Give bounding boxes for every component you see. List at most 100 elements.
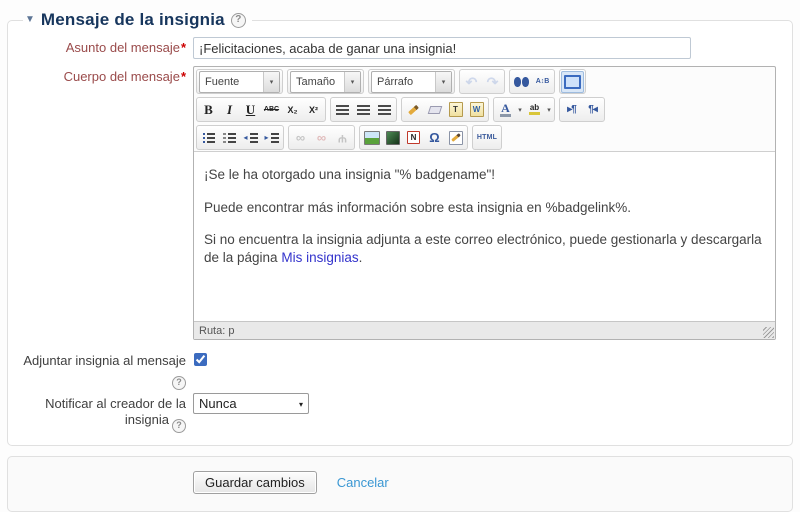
align-group — [330, 97, 397, 122]
align-left-button[interactable] — [332, 100, 353, 120]
underline-icon: U — [246, 102, 255, 118]
remove-format-button[interactable] — [424, 100, 445, 120]
paste-text-button[interactable]: T — [445, 100, 466, 120]
bold-icon: B — [204, 102, 213, 118]
outdent-button[interactable]: ◂ — [240, 128, 261, 148]
search-group: A↕B — [509, 69, 555, 94]
cleanup-button[interactable] — [403, 100, 424, 120]
redo-button[interactable]: ↷ — [482, 72, 503, 92]
attach-label-text: Adjuntar insignia al mensaje — [23, 353, 186, 368]
format-group: Párrafo ▾ — [368, 69, 455, 94]
subject-row: Asunto del mensaje* — [10, 37, 784, 59]
text-style-group: B I U ABC X₂ X² — [196, 97, 326, 122]
bullet-list-icon — [203, 133, 215, 143]
align-right-icon — [378, 105, 391, 115]
font-size-select[interactable]: Tamaño ▾ — [290, 71, 361, 93]
font-size-value: Tamaño — [291, 72, 344, 92]
fullscreen-button[interactable] — [561, 71, 584, 93]
element-path: Ruta: p — [199, 325, 234, 337]
strikethrough-icon: ABC — [264, 106, 279, 113]
text-color-caret-icon[interactable]: ▾ — [516, 106, 524, 114]
editor-status-bar: Ruta: p — [194, 321, 775, 339]
html-group: HTML — [472, 125, 502, 150]
superscript-button[interactable]: X² — [303, 100, 324, 120]
font-family-value: Fuente — [200, 72, 263, 92]
resize-handle[interactable] — [763, 327, 774, 338]
nonbreaking-icon: N — [407, 131, 420, 144]
save-button[interactable]: Guardar cambios — [193, 471, 317, 494]
ltr-button[interactable]: ▸¶ — [561, 100, 582, 120]
font-family-select[interactable]: Fuente ▾ — [199, 71, 280, 93]
section-header[interactable]: ▼ Mensaje de la insignia ? — [23, 10, 252, 30]
notify-creator-select[interactable]: Nunca — [193, 393, 309, 414]
insert-image-button[interactable] — [361, 128, 382, 148]
caret-glyph: ▾ — [270, 78, 274, 86]
subscript-icon: X₂ — [287, 105, 297, 115]
html-source-button[interactable]: HTML — [474, 128, 500, 148]
collapse-triangle-icon[interactable]: ▼ — [25, 15, 35, 25]
indent-button[interactable]: ▸ — [261, 128, 282, 148]
rtl-button[interactable]: ¶◂ — [582, 100, 603, 120]
edit-button[interactable] — [445, 128, 466, 148]
align-right-button[interactable] — [374, 100, 395, 120]
unlink-button[interactable]: ∞ — [311, 128, 332, 148]
link-icon: ∞ — [296, 131, 305, 144]
required-asterisk: * — [181, 69, 186, 84]
eraser-icon — [427, 106, 442, 114]
editor-paragraph: ¡Se le ha otorgado una insignia "% badge… — [204, 166, 765, 184]
italic-button[interactable]: I — [219, 100, 240, 120]
paragraph-format-select[interactable]: Párrafo ▾ — [371, 71, 452, 93]
subscript-button[interactable]: X₂ — [282, 100, 303, 120]
attach-control — [193, 350, 784, 388]
anchor-icon: Ψ — [338, 132, 347, 144]
section-help-icon[interactable]: ? — [231, 13, 246, 28]
editor-paragraph: Puede encontrar más información sobre es… — [204, 199, 765, 217]
insert-media-button[interactable] — [382, 128, 403, 148]
insert-link-button[interactable]: ∞ — [290, 128, 311, 148]
editor-content-area[interactable]: ¡Se le ha otorgado una insignia "% badge… — [194, 151, 775, 321]
attach-badge-checkbox[interactable] — [194, 353, 207, 366]
section-title: Mensaje de la insignia — [41, 10, 225, 30]
fullscreen-icon — [564, 75, 581, 89]
paragraph-text: ¡Se le ha otorgado una insignia "% badge… — [204, 167, 495, 182]
background-color-caret-icon[interactable]: ▾ — [545, 106, 553, 114]
underline-button[interactable]: U — [240, 100, 261, 120]
align-center-button[interactable] — [353, 100, 374, 120]
undo-group: ↶ ↷ — [459, 69, 505, 94]
nonbreaking-button[interactable]: N — [403, 128, 424, 148]
undo-icon: ↶ — [466, 75, 478, 89]
size-group: Tamaño ▾ — [287, 69, 364, 94]
paste-word-button[interactable]: W — [466, 100, 487, 120]
outdent-icon: ◂ — [243, 133, 257, 143]
text-color-button[interactable]: A — [495, 100, 516, 120]
attach-row: Adjuntar insignia al mensaje? — [10, 350, 784, 388]
mis-insignias-link[interactable]: Mis insignias — [281, 250, 358, 265]
subject-input[interactable] — [193, 37, 691, 59]
find-replace-button[interactable]: A↕B — [532, 72, 553, 92]
notify-help-icon[interactable]: ? — [172, 419, 186, 433]
undo-button[interactable]: ↶ — [461, 72, 482, 92]
anchor-button[interactable]: Ψ — [332, 128, 353, 148]
body-row: Cuerpo del mensaje* Fuente ▾ Tamaño — [10, 66, 784, 340]
notify-control: Nunca ▾ — [193, 393, 784, 431]
background-color-icon: ab — [529, 104, 540, 116]
subject-control — [193, 37, 784, 59]
caret-glyph: ▾ — [351, 78, 355, 86]
outdent-arrow: ◂ — [243, 134, 247, 142]
attach-help-icon[interactable]: ? — [172, 376, 186, 390]
font-group: Fuente ▾ — [196, 69, 283, 94]
color-group: A ▾ ab ▾ — [493, 97, 555, 122]
paragraph-text: Puede encontrar más información sobre es… — [204, 200, 631, 215]
toolbar-row-1: Fuente ▾ Tamaño ▾ Párrafo ▾ — [194, 67, 775, 95]
clean-paste-group: T W — [401, 97, 489, 122]
paste-word-icon: W — [470, 102, 484, 117]
numbered-list-button[interactable] — [219, 128, 240, 148]
strikethrough-button[interactable]: ABC — [261, 100, 282, 120]
list-group: ◂ ▸ — [196, 125, 284, 150]
special-char-button[interactable]: Ω — [424, 128, 445, 148]
bold-button[interactable]: B — [198, 100, 219, 120]
bullet-list-button[interactable] — [198, 128, 219, 148]
background-color-button[interactable]: ab — [524, 100, 545, 120]
find-button[interactable] — [511, 72, 532, 92]
cancel-link[interactable]: Cancelar — [337, 475, 389, 490]
